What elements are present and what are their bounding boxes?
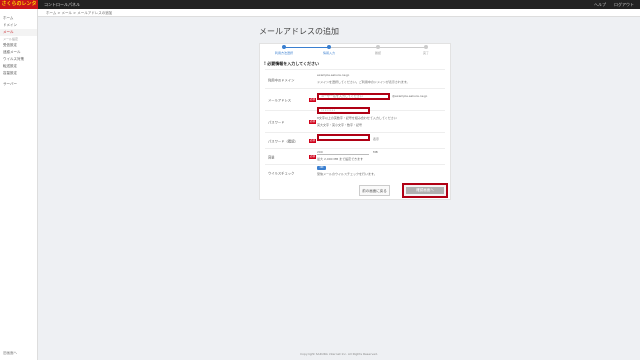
sidebar-item-mail[interactable]: メール (0, 29, 37, 36)
virus-label: ウイルスチェック (268, 171, 295, 175)
quota-input[interactable]: 200 (317, 150, 369, 155)
password-input[interactable]: •••••••• (317, 107, 370, 114)
site-name: コントロールパネル (44, 2, 80, 7)
logout-link[interactable]: ログアウト (614, 0, 634, 9)
step-2: 情報入力 (310, 44, 348, 55)
back-button[interactable]: 前の画面に戻る (359, 185, 390, 196)
sidebar-subitem-receive[interactable]: 受信設定 (0, 42, 37, 49)
help-link[interactable]: ヘルプ (594, 0, 606, 9)
quota-note: 最大 2,000 MB まで設定できます (317, 157, 364, 161)
form-row-quota: 容量 必須 200 MB 最大 2,000 MB まで設定できます (265, 148, 445, 165)
required-badge: 必須 (309, 139, 317, 143)
domain-note: ドメインを選択してください。ご利用中のドメインが表示されます。 (317, 80, 410, 84)
required-badge: 必須 (309, 120, 317, 124)
quota-unit: MB (373, 150, 378, 154)
step-1: 利用方法選択 (265, 44, 303, 55)
domain-value: example.sakura.ne.jp (317, 73, 350, 77)
form-notice: ! 必要情報を入力してください (264, 61, 319, 66)
brand-logo[interactable]: さくらのレンタルサーバ (0, 0, 38, 16)
address-label: メールアドレス (268, 98, 292, 103)
next-button[interactable]: 確認画面へ (406, 187, 444, 194)
page-title: メールアドレスの追加 (259, 27, 339, 36)
virus-note: 受信メールのウイルスチェックを行います。 (317, 172, 377, 176)
password-note-chars: 英大文字・英小文字・数字・記号 (317, 123, 363, 127)
footer-copyright: Copyright SAKURA internet Inc. All Right… (300, 352, 378, 356)
password-label: パスワード (268, 120, 285, 125)
address-input[interactable]: ユーザー名を入力してください (317, 93, 390, 100)
sidebar-subitem-virus[interactable]: ウイルス対策 (0, 56, 37, 63)
sidebar-subitem-quota[interactable]: 容量設定 (0, 70, 37, 77)
virus-toggle[interactable]: ON (317, 166, 326, 170)
sidebar-item-domain[interactable]: ドメイン (0, 22, 37, 29)
sidebar-item-home[interactable]: ホーム (0, 15, 37, 22)
step-3: 確認 (359, 44, 397, 55)
password-visibility-toggle[interactable]: 表示 (373, 137, 379, 141)
password-confirm-input[interactable] (317, 134, 370, 141)
required-badge: 必須 (309, 155, 317, 159)
address-suffix: @example.sakura.ne.jp (392, 94, 428, 98)
domain-label: 利用中のドメイン (268, 78, 295, 82)
form-row-password: パスワード 必須 •••••••• 8文字以上の英数字・記号を組み合わせて入力し… (265, 107, 445, 133)
sidebar-item-server[interactable]: サーバー (0, 81, 37, 88)
sidebar: ホーム ドメイン メール メール設定 受信設定 迷惑メール ウイルス対策 転送設… (0, 9, 38, 360)
step-indicator: 利用方法選択 情報入力 確認 完了 (265, 44, 445, 60)
password-note: 8文字以上の英数字・記号を組み合わせて入力してください (317, 116, 397, 120)
required-badge: 必須 (309, 98, 317, 102)
password-confirm-label: パスワード（確認） (268, 139, 298, 144)
quota-label: 容量 (268, 155, 275, 160)
form-row-domain: 利用中のドメイン example.sakura.ne.jp ドメインを選択してく… (265, 69, 445, 89)
top-bar: さくらのレンタルサーバ コントロールパネル ヘルプ ログアウト (0, 0, 640, 16)
step-4: 完了 (407, 44, 445, 55)
form-row-password-confirm: パスワード（確認） 必須 表示 (265, 132, 445, 149)
breadcrumb: ホーム > メール > メールアドレスの追加 (38, 9, 640, 17)
form-row-virus: ウイルスチェック ON 受信メールのウイルスチェックを行います。 (265, 164, 445, 180)
next-button-frame: 確認画面へ (402, 183, 448, 198)
warning-icon: ! (264, 61, 266, 66)
sidebar-subitem-spam[interactable]: 迷惑メール (0, 49, 37, 56)
sidebar-old-ui-link[interactable]: 旧画面へ (3, 351, 17, 356)
sidebar-subitem-forward[interactable]: 転送設定 (0, 63, 37, 70)
